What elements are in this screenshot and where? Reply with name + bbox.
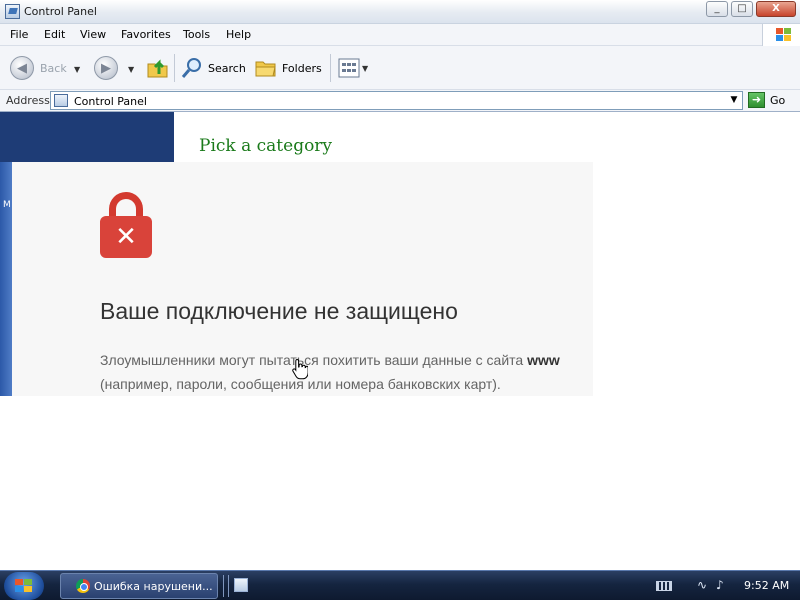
up-folder-icon bbox=[147, 59, 168, 78]
taskbar-browser-label: Ошибка нарушени... bbox=[94, 579, 213, 593]
taskbar-browser-button[interactable]: Ошибка нарушени... bbox=[60, 573, 218, 599]
task-pane-letter: M bbox=[3, 200, 11, 210]
forward-dropdown-icon[interactable]: ▼ bbox=[128, 65, 134, 74]
folders-label: Folders bbox=[282, 61, 322, 75]
category-heading: Pick a category bbox=[199, 136, 333, 156]
search-label: Search bbox=[208, 61, 246, 75]
search-icon bbox=[181, 58, 201, 78]
menu-edit[interactable]: Edit bbox=[44, 28, 65, 41]
go-icon: ➜ bbox=[748, 92, 765, 108]
address-dropdown-icon[interactable]: ▼ bbox=[726, 92, 742, 109]
back-arrow-icon: ◀ bbox=[10, 56, 34, 80]
go-button[interactable]: ➜ Go bbox=[748, 92, 785, 108]
close-button[interactable]: X bbox=[756, 1, 796, 17]
search-button[interactable]: Search bbox=[180, 56, 246, 80]
window-controls: _ □ X bbox=[706, 1, 796, 17]
taskbar-divider bbox=[223, 575, 229, 597]
menu-help[interactable]: Help bbox=[226, 28, 251, 41]
menu-view[interactable]: View bbox=[80, 28, 106, 41]
views-dropdown-icon: ▼ bbox=[362, 63, 369, 73]
lock-icon: ✕ bbox=[100, 192, 152, 260]
folders-icon bbox=[255, 61, 276, 77]
views-button[interactable]: ▼ bbox=[338, 58, 368, 78]
toolbar: ◀ Back ▼ ▶ ▼ Search Folders ▼ bbox=[0, 46, 800, 90]
error-title: Ваше подключение не защищено bbox=[100, 298, 458, 324]
maximize-button[interactable]: □ bbox=[731, 1, 753, 17]
menu-tools[interactable]: Tools bbox=[183, 28, 210, 41]
forward-button[interactable]: ▶ bbox=[94, 56, 118, 80]
back-label: Back bbox=[40, 61, 67, 75]
address-input[interactable]: Control Panel ▼ bbox=[50, 91, 743, 110]
control-panel-icon bbox=[5, 4, 20, 19]
address-bar: Address Control Panel ▼ ➜ Go bbox=[0, 90, 800, 112]
back-button[interactable]: ◀ Back bbox=[10, 56, 67, 80]
address-label: Address bbox=[6, 94, 50, 107]
control-panel-small-icon bbox=[54, 94, 68, 107]
error-site-name: www bbox=[527, 352, 560, 368]
hand-cursor-icon bbox=[292, 358, 308, 380]
clock[interactable]: 9:52 AM bbox=[744, 579, 789, 592]
error-description: Злоумышленники могут пытаться похитить в… bbox=[100, 348, 593, 396]
up-button[interactable] bbox=[146, 56, 170, 80]
folders-button[interactable]: Folders bbox=[254, 56, 322, 80]
window-title: Control Panel bbox=[24, 5, 97, 18]
error-line-1: Злоумышленники могут пытаться похитить в… bbox=[100, 352, 560, 368]
start-button[interactable] bbox=[4, 572, 44, 600]
back-dropdown-icon[interactable]: ▼ bbox=[74, 65, 80, 74]
keyboard-icon[interactable] bbox=[656, 581, 672, 591]
menu-file[interactable]: File bbox=[10, 28, 28, 41]
minimize-button[interactable]: _ bbox=[706, 1, 728, 17]
views-icon bbox=[338, 58, 360, 78]
windows-logo-icon bbox=[762, 24, 800, 46]
taskbar: Ошибка нарушени... ∿ ♪ 9:52 AM bbox=[0, 570, 800, 600]
menu-favorites[interactable]: Favorites bbox=[121, 28, 171, 41]
task-pane: M bbox=[0, 162, 12, 396]
menu-bar: File Edit View Favorites Tools Help bbox=[0, 24, 800, 46]
volume-icon[interactable]: ♪ bbox=[716, 578, 724, 592]
chrome-icon bbox=[76, 579, 90, 593]
go-label: Go bbox=[770, 93, 786, 107]
taskbar-control-panel-icon[interactable] bbox=[234, 578, 248, 592]
task-pane-header bbox=[0, 112, 174, 162]
title-bar: Control Panel _ □ X bbox=[0, 0, 800, 24]
error-line-2: (например, пароли, сообщения или номера … bbox=[100, 376, 501, 392]
network-icon[interactable]: ∿ bbox=[697, 578, 707, 592]
windows-flag-icon bbox=[15, 579, 33, 593]
forward-arrow-icon: ▶ bbox=[94, 56, 118, 80]
address-value: Control Panel bbox=[74, 95, 147, 108]
